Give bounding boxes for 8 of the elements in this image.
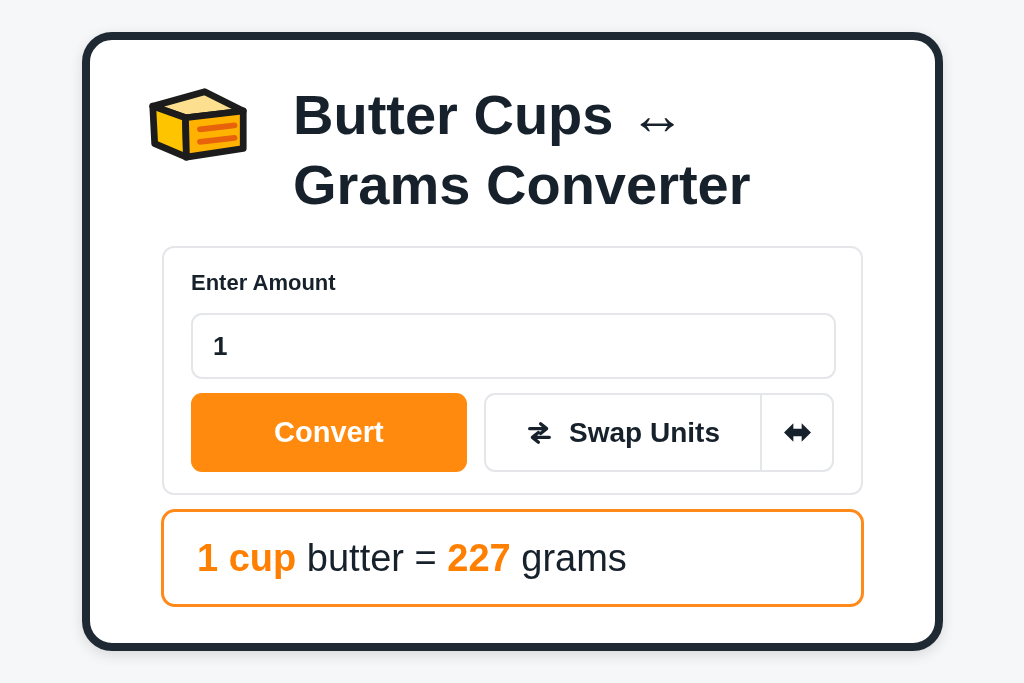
result-text: 1 cup butter = 227 grams <box>197 536 627 580</box>
amount-field[interactable]: 1 <box>191 313 836 379</box>
swap-units-button[interactable]: Swap Units <box>483 393 763 472</box>
swap-arrows-icon <box>526 420 554 445</box>
double-arrow-icon <box>783 423 811 442</box>
swap-direction-button[interactable] <box>762 393 834 472</box>
page-title: Butter Cups ↔ Grams Converter <box>293 82 752 218</box>
field-label: Enter Amount <box>191 269 337 297</box>
